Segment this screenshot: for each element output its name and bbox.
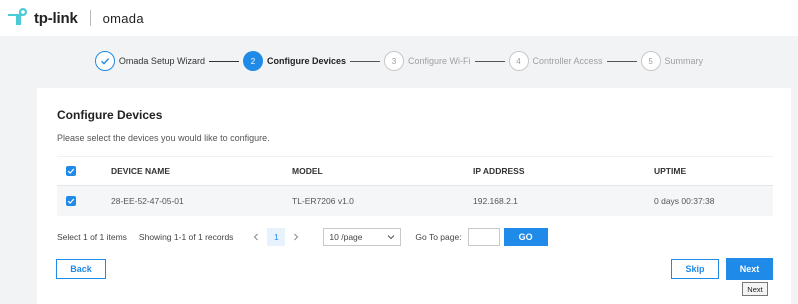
model-cell: TL-ER7206 v1.0: [292, 196, 354, 206]
next-button[interactable]: Next: [726, 258, 773, 280]
step-summary: 5 Summary: [640, 51, 704, 71]
step-label: Omada Setup Wizard: [118, 56, 205, 66]
step-number: 5: [640, 51, 661, 71]
chevron-down-icon: [388, 235, 395, 240]
chevron-right-icon: [294, 233, 299, 241]
step-configure-wifi: 3 Configure Wi-Fi: [384, 51, 471, 71]
skip-button[interactable]: Skip: [671, 259, 719, 279]
column-header-device-name[interactable]: DEVICE NAME: [111, 166, 292, 176]
step-label: Controller Access: [532, 56, 603, 66]
check-icon: [94, 51, 115, 71]
step-number: 2: [242, 51, 263, 71]
step-label: Summary: [664, 56, 704, 66]
step-configure-devices: 2 Configure Devices: [242, 51, 346, 71]
logo-divider: [89, 10, 91, 26]
step-label: Configure Wi-Fi: [408, 56, 471, 66]
go-button[interactable]: GO: [503, 228, 548, 246]
table-row[interactable]: 28-EE-52-47-05-01 TL-ER7206 v1.0 192.168…: [57, 186, 773, 216]
goto-page-input[interactable]: [467, 228, 500, 246]
chevron-left-icon: [254, 233, 259, 241]
step-connector: [350, 60, 380, 62]
step-controller-access: 4 Controller Access: [508, 51, 603, 71]
page-number-button[interactable]: 1: [267, 228, 286, 246]
device-name-cell: 28-EE-52-47-05-01: [111, 196, 184, 206]
goto-page-label: Go To page:: [415, 232, 462, 242]
select-all-checkbox[interactable]: [57, 166, 111, 176]
selection-count: Select 1 of 1 items: [57, 232, 127, 242]
top-bar: tp-link omada: [0, 0, 798, 36]
pagination-bar: Select 1 of 1 items Showing 1-1 of 1 rec…: [57, 226, 773, 248]
step-connector: [474, 60, 505, 62]
row-checkbox[interactable]: [57, 196, 111, 206]
step-omada-setup-wizard: Omada Setup Wizard: [94, 51, 205, 71]
step-number: 4: [508, 51, 529, 71]
records-count: Showing 1-1 of 1 records: [138, 232, 234, 242]
step-number: 3: [384, 51, 404, 71]
column-header-uptime[interactable]: UPTIME: [654, 166, 773, 176]
back-button[interactable]: Back: [56, 259, 106, 279]
brand-name: tp-link: [34, 9, 78, 27]
uptime-cell: 0 days 00:37:38: [654, 196, 715, 206]
tp-link-logo-icon: [8, 8, 27, 25]
ip-address-cell: 192.168.2.1: [473, 196, 518, 206]
page-description: Please select the devices you would like…: [57, 133, 270, 143]
column-header-model[interactable]: MODEL: [292, 166, 473, 176]
checkbox-checked-icon: [66, 166, 76, 176]
step-connector: [606, 60, 637, 62]
configure-devices-card: Configure Devices Please select the devi…: [37, 88, 791, 304]
page-size-value: 10 /page: [329, 232, 363, 242]
prev-page-button[interactable]: [247, 228, 265, 246]
table-header: DEVICE NAME MODEL IP ADDRESS UPTIME: [57, 156, 773, 186]
column-header-ip-address[interactable]: IP ADDRESS: [473, 166, 654, 176]
page-title: Configure Devices: [57, 108, 163, 122]
step-connector: [208, 60, 239, 62]
next-page-button[interactable]: [287, 228, 305, 246]
tp-link-logo: tp-link: [4, 5, 78, 31]
next-tooltip: Next: [742, 282, 768, 296]
page-size-select[interactable]: 10 /page: [323, 228, 402, 246]
checkbox-checked-icon: [66, 196, 76, 206]
wizard-steps: Omada Setup Wizard 2 Configure Devices 3…: [0, 48, 798, 74]
devices-table: DEVICE NAME MODEL IP ADDRESS UPTIME 28-E…: [57, 156, 773, 216]
product-name: omada: [102, 10, 144, 26]
step-label: Configure Devices: [266, 56, 346, 66]
